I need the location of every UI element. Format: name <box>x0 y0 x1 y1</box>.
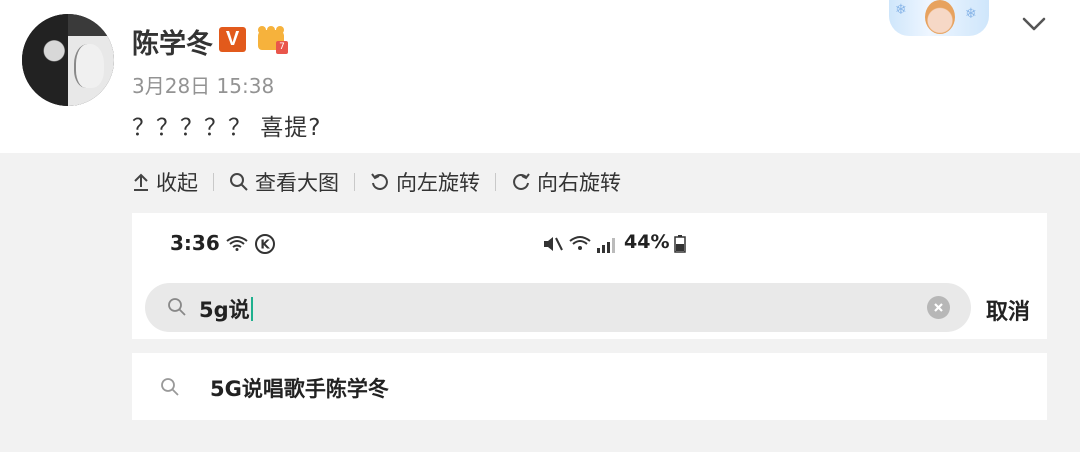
collapse-label: 收起 <box>156 171 198 195</box>
k-circle-icon: K <box>255 234 275 254</box>
clear-input-button[interactable] <box>927 296 950 319</box>
view-large-label: 查看大图 <box>255 171 339 195</box>
decoration-avatar <box>925 0 955 34</box>
suggestion-text: 5G说唱歌手陈学冬 <box>210 377 389 401</box>
verified-badge-icon: V <box>219 27 246 52</box>
vip-level: 7 <box>276 41 288 54</box>
mute-icon <box>544 237 563 251</box>
toolbar-divider <box>213 173 214 191</box>
wifi-icon <box>226 236 248 251</box>
avatar-left-half <box>22 14 68 106</box>
rotate-left-icon <box>371 173 388 190</box>
collapse-button[interactable]: 收起 <box>132 167 198 197</box>
snowflake-icon: ❄ <box>895 2 907 18</box>
search-suggestion-item[interactable]: 5G说唱歌手陈学冬 <box>132 353 1047 420</box>
cell-signal-icon <box>597 238 615 253</box>
view-large-button[interactable]: 查看大图 <box>229 167 339 197</box>
phone-status-bar: 3:36 K 44% <box>132 213 1047 273</box>
battery-icon <box>674 235 686 253</box>
image-toolbar: 收起 查看大图 向左旋转 向右旋转 <box>132 167 621 197</box>
snowflake-icon: ❄ <box>965 6 977 22</box>
rotate-left-label: 向左旋转 <box>396 171 480 195</box>
close-icon <box>934 303 943 312</box>
toolbar-divider <box>495 173 496 191</box>
post-text: ？？？？？ 喜提? <box>132 115 322 141</box>
search-input[interactable]: 5g说 <box>145 283 971 332</box>
rotate-right-icon <box>513 173 530 190</box>
search-value: 5g说 <box>199 294 253 324</box>
rotate-right-label: 向右旋转 <box>537 171 621 195</box>
search-icon <box>168 298 186 316</box>
search-icon <box>161 378 179 396</box>
svg-text:K: K <box>260 238 270 252</box>
rotate-right-button[interactable]: 向右旋转 <box>511 167 621 197</box>
cancel-button[interactable]: 取消 <box>986 294 1030 326</box>
rotate-left-button[interactable]: 向左旋转 <box>370 167 480 197</box>
post-timestamp: 3月28日 15:38 <box>132 74 275 98</box>
collapse-up-icon <box>134 173 148 191</box>
vip-crown-icon[interactable]: 7 <box>258 26 288 54</box>
post-image[interactable]: 3:36 K 44% 5g说 取消 5G说唱歌手陈学冬 <box>132 213 1047 452</box>
text-cursor <box>250 297 253 321</box>
avatar[interactable] <box>22 14 114 106</box>
magnifier-icon <box>230 173 248 191</box>
status-time: 3:36 <box>170 231 220 255</box>
avatar-face <box>74 44 104 88</box>
chevron-down-icon[interactable] <box>1018 10 1050 38</box>
card-decoration: ❄ ❄ <box>889 0 989 36</box>
battery-percent: 44% <box>624 231 670 253</box>
wifi-signal-icon <box>569 236 591 250</box>
toolbar-divider <box>354 173 355 191</box>
username[interactable]: 陈学冬 <box>132 22 213 61</box>
